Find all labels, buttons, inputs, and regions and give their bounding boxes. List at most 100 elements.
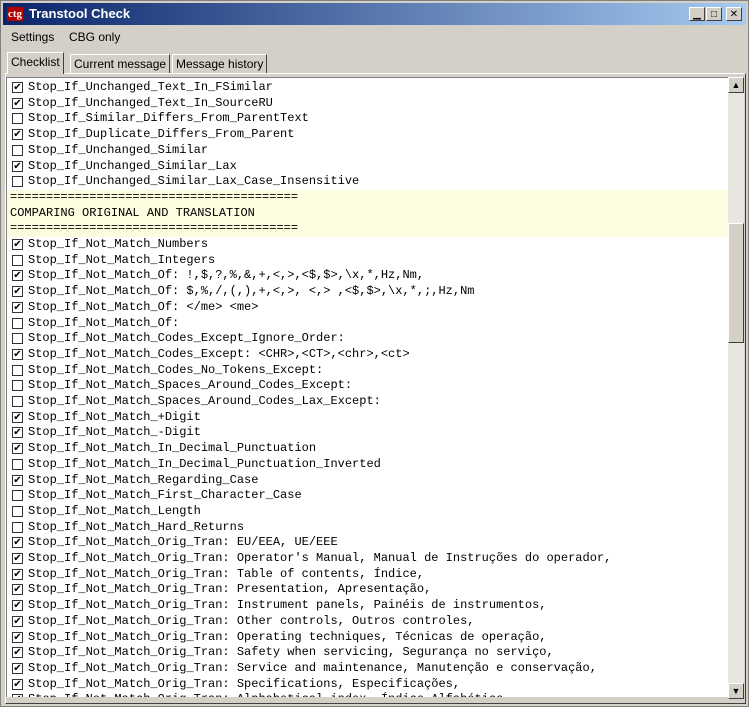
rule-checkbox[interactable]: [12, 443, 23, 455]
rule-checkbox[interactable]: [12, 458, 23, 470]
arrow-up-icon: ▲: [731, 80, 741, 90]
rule-label: Stop_If_Duplicate_Differs_From_Parent: [28, 127, 295, 142]
menu-settings[interactable]: Settings: [11, 30, 54, 44]
rule-checkbox[interactable]: [12, 427, 23, 439]
rule-checkbox[interactable]: [12, 144, 23, 156]
rule-checkbox[interactable]: [12, 490, 23, 502]
rule-checkbox[interactable]: [12, 505, 23, 517]
rule-checkbox[interactable]: [12, 584, 23, 596]
menu-cbg-only[interactable]: CBG only: [69, 30, 120, 44]
rule-checkbox[interactable]: [12, 411, 23, 423]
rule-label: Stop_If_Unchanged_Similar_Lax_Case_Insen…: [28, 174, 360, 189]
rule-checkbox[interactable]: [12, 364, 23, 376]
rule-checkbox[interactable]: [12, 521, 23, 533]
checklist[interactable]: Stop_If_Unchanged_Text_In_FSimilarStop_I…: [6, 77, 728, 697]
checklist-row[interactable]: Stop_If_Unchanged_Text_In_SourceRU: [7, 96, 728, 112]
rule-checkbox[interactable]: [12, 631, 23, 643]
rule-checkbox[interactable]: [12, 568, 23, 580]
checklist-row[interactable]: Stop_If_Not_Match_Orig_Tran: Service and…: [7, 661, 728, 677]
checklist-row[interactable]: Stop_If_Not_Match_Orig_Tran: Specificati…: [7, 677, 728, 693]
checklist-row[interactable]: Stop_If_Not_Match_Regarding_Case: [7, 473, 728, 489]
checklist-row[interactable]: Stop_If_Unchanged_Similar_Lax: [7, 159, 728, 175]
rule-checkbox[interactable]: [12, 537, 23, 549]
checklist-row[interactable]: Stop_If_Not_Match_Of:: [7, 316, 728, 332]
scroll-up-button[interactable]: ▲: [728, 77, 744, 93]
checklist-row[interactable]: Stop_If_Not_Match_Codes_Except_Ignore_Or…: [7, 331, 728, 347]
checklist-row[interactable]: Stop_If_Not_Match_Orig_Tran: Safety when…: [7, 645, 728, 661]
rule-checkbox[interactable]: [12, 176, 23, 188]
checklist-row[interactable]: Stop_If_Not_Match_Integers: [7, 253, 728, 269]
checklist-row[interactable]: Stop_If_Not_Match_Codes_No_Tokens_Except…: [7, 363, 728, 379]
rule-checkbox[interactable]: [12, 553, 23, 564]
rule-label: Stop_If_Not_Match_+Digit: [28, 409, 201, 424]
checklist-row[interactable]: Stop_If_Duplicate_Differs_From_Parent: [7, 127, 728, 143]
checklist-row[interactable]: Stop_If_Not_Match_Hard_Returns: [7, 520, 728, 536]
maximize-icon: □: [710, 9, 718, 20]
checklist-row[interactable]: Stop_If_Not_Match_Orig_Tran: Other contr…: [7, 614, 728, 630]
rule-checkbox[interactable]: [12, 113, 23, 125]
rule-checkbox[interactable]: [12, 333, 23, 345]
checklist-row[interactable]: Stop_If_Not_Match_Orig_Tran: Table of co…: [7, 567, 728, 583]
app-window: ctg Transtool Check ▁ □ ✕ Settings CBG o…: [0, 0, 749, 707]
rule-checkbox[interactable]: [12, 647, 23, 659]
checklist-row[interactable]: Stop_If_Not_Match_Of: $,%,/,(,),+,<,>, <…: [7, 284, 728, 300]
maximize-button[interactable]: □: [706, 7, 722, 21]
checklist-row[interactable]: Stop_If_Not_Match_Orig_Tran: Instrument …: [7, 598, 728, 614]
close-button[interactable]: ✕: [726, 7, 742, 21]
rule-checkbox[interactable]: [12, 129, 23, 141]
checklist-row[interactable]: Stop_If_Unchanged_Similar: [7, 143, 728, 159]
rule-checkbox[interactable]: [12, 694, 23, 697]
checklist-row[interactable]: Stop_If_Not_Match_In_Decimal_Punctuation: [7, 441, 728, 457]
checklist-row[interactable]: Stop_If_Not_Match_Of: </me> <me>: [7, 300, 728, 316]
rule-checkbox[interactable]: [12, 600, 23, 612]
arrow-down-icon: ▼: [731, 686, 741, 696]
rule-checkbox[interactable]: [12, 396, 23, 407]
checklist-row[interactable]: Stop_If_Similar_Differs_From_ParentText: [7, 111, 728, 127]
vertical-scrollbar[interactable]: ▲ ▼: [728, 77, 744, 699]
checklist-row[interactable]: Stop_If_Not_Match_Orig_Tran: Presentatio…: [7, 582, 728, 598]
rule-checkbox[interactable]: [12, 82, 23, 93]
checklist-row[interactable]: Stop_If_Not_Match_In_Decimal_Punctuation…: [7, 457, 728, 473]
rule-checkbox[interactable]: [12, 239, 23, 250]
rule-checkbox[interactable]: [12, 615, 23, 627]
checklist-row[interactable]: Stop_If_Not_Match_Orig_Tran: EU/EEA, UE/…: [7, 535, 728, 551]
rule-checkbox[interactable]: [12, 474, 23, 486]
scroll-thumb[interactable]: [728, 223, 744, 343]
rule-checkbox[interactable]: [12, 254, 23, 266]
scroll-down-button[interactable]: ▼: [728, 683, 744, 699]
rule-checkbox[interactable]: [12, 160, 23, 172]
tab-message-history[interactable]: Message history: [172, 54, 268, 73]
checklist-row[interactable]: Stop_If_Not_Match_Codes_Except: <CHR>,<C…: [7, 347, 728, 363]
rule-checkbox[interactable]: [12, 678, 23, 690]
checklist-row[interactable]: Stop_If_Not_Match_Length: [7, 504, 728, 520]
rule-checkbox[interactable]: [12, 270, 23, 282]
checklist-row[interactable]: Stop_If_Unchanged_Text_In_FSimilar: [7, 80, 728, 96]
checklist-row[interactable]: Stop_If_Not_Match_Spaces_Around_Codes_La…: [7, 394, 728, 410]
rule-checkbox[interactable]: [12, 97, 23, 109]
window-title: Transtool Check: [29, 6, 131, 21]
title-bar[interactable]: ctg Transtool Check ▁ □ ✕: [3, 3, 746, 25]
checklist-row[interactable]: Stop_If_Not_Match_Orig_Tran: Alphabetica…: [7, 692, 728, 697]
rule-checkbox[interactable]: [12, 348, 23, 360]
checklist-row[interactable]: Stop_If_Not_Match_Orig_Tran: Operator's …: [7, 551, 728, 567]
rule-label: Stop_If_Not_Match_Orig_Tran: Instrument …: [28, 598, 547, 613]
checklist-row[interactable]: Stop_If_Not_Match_First_Character_Case: [7, 488, 728, 504]
rule-checkbox[interactable]: [12, 662, 23, 674]
checklist-row[interactable]: Stop_If_Not_Match_Numbers: [7, 237, 728, 253]
section-header-row: ========================================: [7, 189, 728, 206]
rule-label: Stop_If_Not_Match_-Digit: [28, 425, 201, 440]
checklist-row[interactable]: Stop_If_Not_Match_Spaces_Around_Codes_Ex…: [7, 378, 728, 394]
tab-checklist[interactable]: Checklist: [7, 52, 64, 74]
rule-checkbox[interactable]: [12, 301, 23, 313]
checklist-row[interactable]: Stop_If_Unchanged_Similar_Lax_Case_Insen…: [7, 174, 728, 190]
rule-checkbox[interactable]: [12, 317, 23, 329]
checklist-row[interactable]: Stop_If_Not_Match_-Digit: [7, 425, 728, 441]
tab-current-message[interactable]: Current message: [70, 54, 171, 73]
section-header-text: ========================================: [10, 189, 299, 204]
checklist-row[interactable]: Stop_If_Not_Match_Orig_Tran: Operating t…: [7, 630, 728, 646]
rule-checkbox[interactable]: [12, 380, 23, 392]
checklist-row[interactable]: Stop_If_Not_Match_Of: !,$,?,%,&,+,<,>,<$…: [7, 268, 728, 284]
checklist-row[interactable]: Stop_If_Not_Match_+Digit: [7, 410, 728, 426]
minimize-button[interactable]: ▁: [689, 7, 705, 21]
rule-checkbox[interactable]: [12, 286, 23, 298]
